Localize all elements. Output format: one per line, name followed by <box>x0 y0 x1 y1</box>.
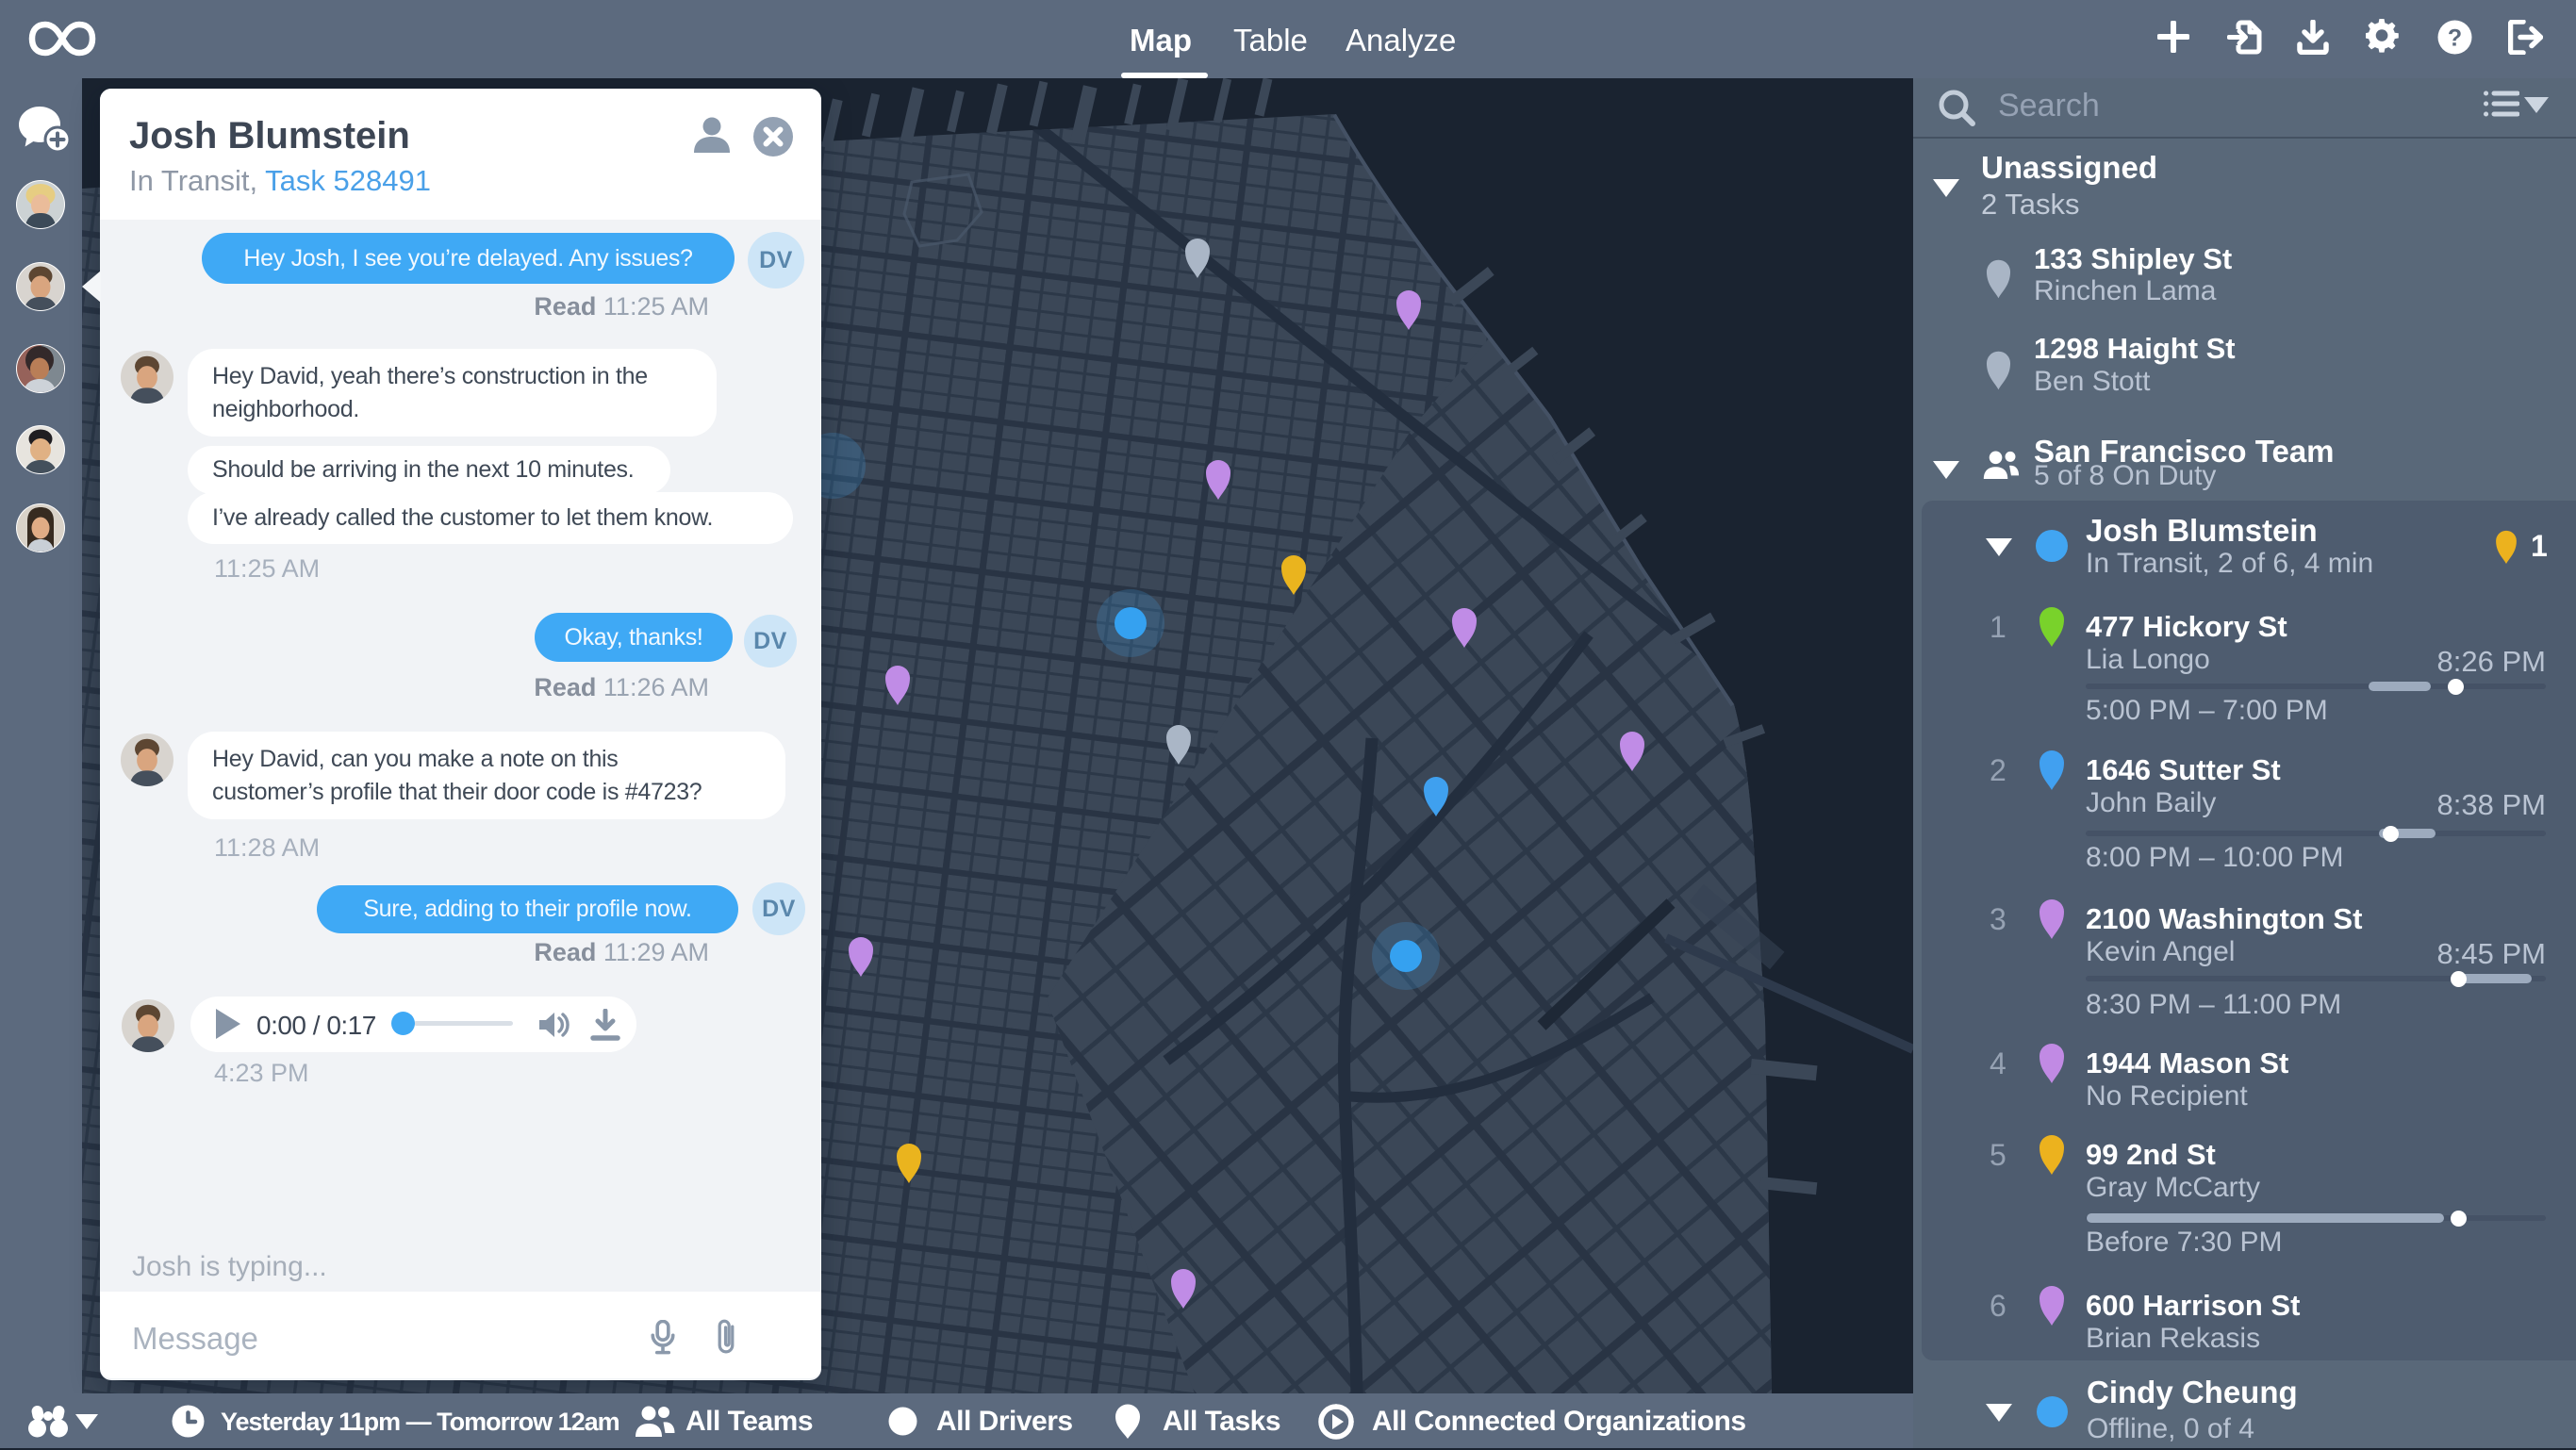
svg-text:?: ? <box>2448 25 2462 52</box>
